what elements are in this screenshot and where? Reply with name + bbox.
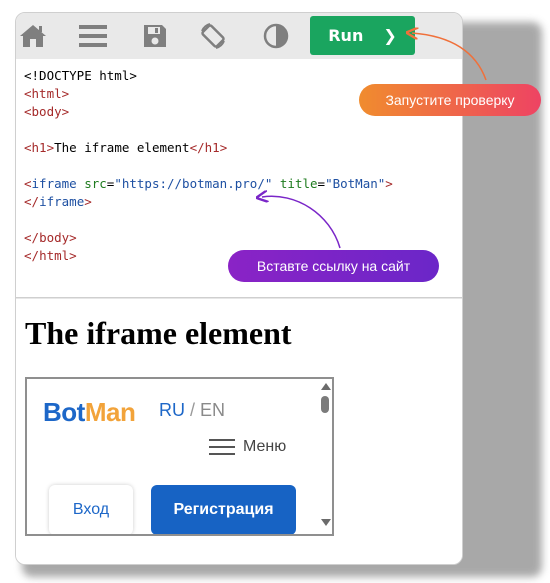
lang-slash: / <box>190 400 196 420</box>
doctype-text: <!DOCTYPE html> <box>24 68 137 83</box>
iframe-title-value: "BotMan" <box>325 176 386 191</box>
iframe-src-value: "https://botman.pro/" <box>114 176 273 191</box>
menu-label: Меню <box>243 438 287 455</box>
code-line-iframe-open: <iframe src="https://botman.pro/" title=… <box>24 176 393 191</box>
run-label: Run <box>328 26 364 45</box>
save-icon[interactable] <box>140 22 170 50</box>
scroll-down-icon[interactable] <box>321 519 331 526</box>
preview-heading: The iframe element <box>25 315 292 351</box>
h1-code-text: The iframe element <box>54 140 190 155</box>
menu-icon[interactable] <box>78 22 108 50</box>
scroll-up-icon[interactable] <box>321 383 331 390</box>
link-hint-bubble: Вставте ссылку на сайт <box>228 250 439 282</box>
login-button[interactable]: Вход <box>49 485 133 534</box>
code-line-h1: <h1>The iframe element</h1> <box>24 140 228 155</box>
iframe-menu-button[interactable]: Меню <box>209 438 286 456</box>
lang-en[interactable]: EN <box>200 400 225 420</box>
code-line-body-close: </body> <box>24 230 77 245</box>
lang-ru[interactable]: RU <box>159 400 185 420</box>
code-line-html-close: </html> <box>24 248 77 263</box>
rotate-icon[interactable] <box>198 22 228 50</box>
toolbar: Run ❯ <box>16 13 462 59</box>
embedded-iframe[interactable]: BotMan RU / EN Меню Вход Регистрация <box>25 377 334 536</box>
code-line-body-open: <body> <box>24 104 70 119</box>
botman-logo[interactable]: BotMan <box>43 397 136 428</box>
scroll-thumb[interactable] <box>321 396 329 413</box>
code-line-html-open: <html> <box>24 86 70 101</box>
run-hint-bubble: Запустите проверку <box>359 84 541 116</box>
contrast-icon[interactable] <box>261 22 291 50</box>
register-button[interactable]: Регистрация <box>151 485 296 534</box>
run-button[interactable]: Run ❯ <box>310 16 415 55</box>
code-line-doctype: <!DOCTYPE html> <box>24 67 137 85</box>
chevron-right-icon: ❯ <box>383 26 397 45</box>
hamburger-icon <box>209 439 235 455</box>
iframe-scrollbar[interactable] <box>318 379 332 534</box>
language-switcher: RU / EN <box>159 400 225 421</box>
home-icon[interactable] <box>18 22 48 50</box>
code-line-iframe-close: </iframe> <box>24 194 92 209</box>
iframe-content: BotMan RU / EN Меню Вход Регистрация <box>27 379 318 534</box>
result-preview: The iframe element BotMan RU / EN Меню В… <box>16 299 462 564</box>
